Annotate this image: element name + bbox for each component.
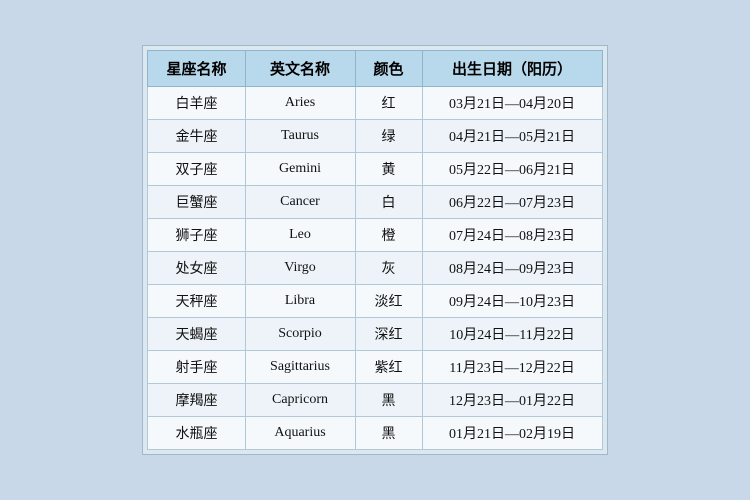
- header-date: 出生日期（阳历）: [422, 51, 602, 87]
- cell-chinese: 摩羯座: [148, 384, 245, 417]
- table-row: 射手座Sagittarius紫红11月23日—12月22日: [148, 351, 602, 384]
- cell-chinese: 天秤座: [148, 285, 245, 318]
- cell-date: 08月24日—09月23日: [422, 252, 602, 285]
- cell-english: Aries: [245, 87, 355, 120]
- zodiac-table-container: 星座名称 英文名称 颜色 出生日期（阳历） 白羊座Aries红03月21日—04…: [142, 45, 607, 455]
- cell-english: Libra: [245, 285, 355, 318]
- cell-chinese: 巨蟹座: [148, 186, 245, 219]
- table-header-row: 星座名称 英文名称 颜色 出生日期（阳历）: [148, 51, 602, 87]
- cell-date: 09月24日—10月23日: [422, 285, 602, 318]
- cell-chinese: 天蝎座: [148, 318, 245, 351]
- cell-chinese: 金牛座: [148, 120, 245, 153]
- cell-english: Sagittarius: [245, 351, 355, 384]
- cell-color: 白: [355, 186, 422, 219]
- header-chinese: 星座名称: [148, 51, 245, 87]
- table-row: 处女座Virgo灰08月24日—09月23日: [148, 252, 602, 285]
- cell-color: 橙: [355, 219, 422, 252]
- cell-english: Capricorn: [245, 384, 355, 417]
- cell-chinese: 狮子座: [148, 219, 245, 252]
- table-row: 狮子座Leo橙07月24日—08月23日: [148, 219, 602, 252]
- cell-chinese: 射手座: [148, 351, 245, 384]
- cell-chinese: 处女座: [148, 252, 245, 285]
- cell-date: 05月22日—06月21日: [422, 153, 602, 186]
- cell-chinese: 白羊座: [148, 87, 245, 120]
- cell-date: 12月23日—01月22日: [422, 384, 602, 417]
- cell-english: Gemini: [245, 153, 355, 186]
- cell-date: 10月24日—11月22日: [422, 318, 602, 351]
- header-color: 颜色: [355, 51, 422, 87]
- table-row: 双子座Gemini黄05月22日—06月21日: [148, 153, 602, 186]
- cell-color: 灰: [355, 252, 422, 285]
- table-row: 摩羯座Capricorn黑12月23日—01月22日: [148, 384, 602, 417]
- cell-color: 紫红: [355, 351, 422, 384]
- cell-date: 03月21日—04月20日: [422, 87, 602, 120]
- table-row: 巨蟹座Cancer白06月22日—07月23日: [148, 186, 602, 219]
- table-row: 水瓶座Aquarius黑01月21日—02月19日: [148, 417, 602, 450]
- cell-english: Cancer: [245, 186, 355, 219]
- cell-english: Scorpio: [245, 318, 355, 351]
- table-row: 天蝎座Scorpio深红10月24日—11月22日: [148, 318, 602, 351]
- cell-date: 04月21日—05月21日: [422, 120, 602, 153]
- cell-date: 01月21日—02月19日: [422, 417, 602, 450]
- cell-english: Leo: [245, 219, 355, 252]
- cell-date: 11月23日—12月22日: [422, 351, 602, 384]
- cell-chinese: 双子座: [148, 153, 245, 186]
- cell-color: 绿: [355, 120, 422, 153]
- table-row: 金牛座Taurus绿04月21日—05月21日: [148, 120, 602, 153]
- cell-color: 深红: [355, 318, 422, 351]
- cell-english: Virgo: [245, 252, 355, 285]
- cell-date: 07月24日—08月23日: [422, 219, 602, 252]
- cell-chinese: 水瓶座: [148, 417, 245, 450]
- cell-english: Taurus: [245, 120, 355, 153]
- cell-color: 黑: [355, 384, 422, 417]
- header-english: 英文名称: [245, 51, 355, 87]
- cell-color: 黑: [355, 417, 422, 450]
- zodiac-table: 星座名称 英文名称 颜色 出生日期（阳历） 白羊座Aries红03月21日—04…: [147, 50, 602, 450]
- cell-color: 黄: [355, 153, 422, 186]
- table-row: 天秤座Libra淡红09月24日—10月23日: [148, 285, 602, 318]
- cell-color: 红: [355, 87, 422, 120]
- cell-english: Aquarius: [245, 417, 355, 450]
- table-row: 白羊座Aries红03月21日—04月20日: [148, 87, 602, 120]
- cell-color: 淡红: [355, 285, 422, 318]
- cell-date: 06月22日—07月23日: [422, 186, 602, 219]
